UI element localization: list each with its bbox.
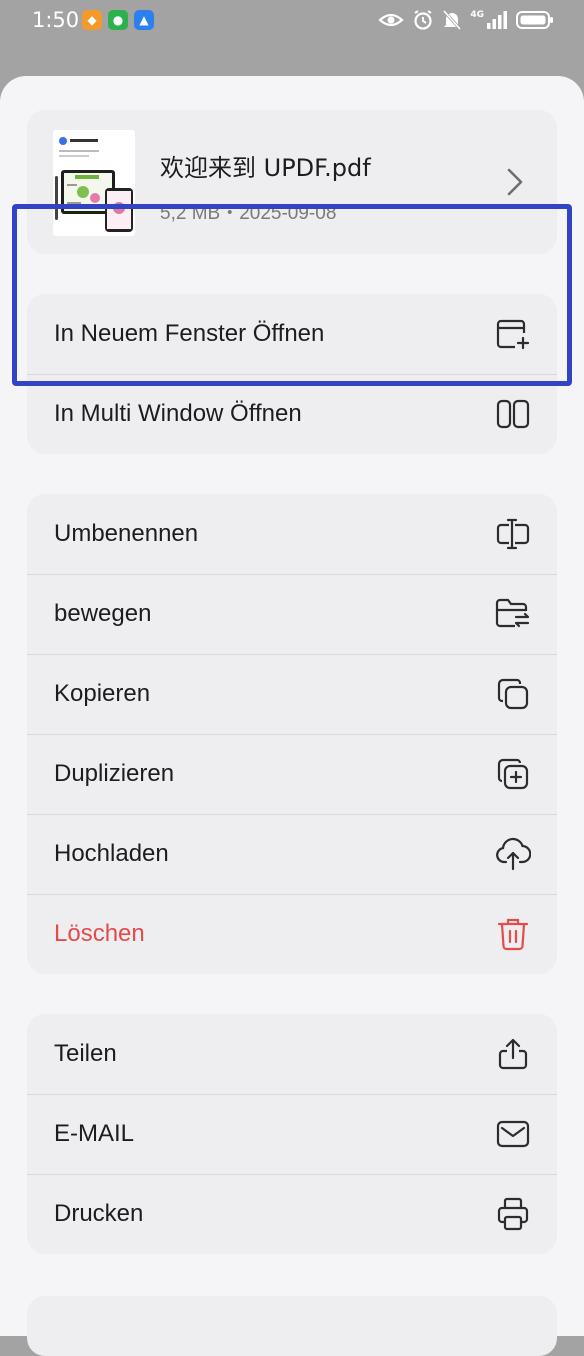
duplicate-row[interactable]: Duplizieren [27,734,557,814]
file-name: 欢迎来到 UPDF.pdf [160,154,371,182]
trash-icon [495,916,531,952]
mute-bell-icon [443,10,462,30]
status-icons: 4G [378,9,554,31]
duplicate-label: Duplizieren [54,760,175,787]
status-time: 1:50 [32,8,80,32]
open-multi-window-label: In Multi Window Öffnen [54,400,302,427]
alarm-icon [414,10,432,30]
share-icon [495,1036,531,1072]
status-bar: 1:50 ◆ ● ▲ 4G [0,0,584,44]
move-label: bewegen [54,600,152,627]
delete-label: Löschen [54,920,145,947]
move-row[interactable]: bewegen [27,574,557,654]
highlight-box [12,204,572,386]
open-multi-window-row[interactable]: In Multi Window Öffnen [27,374,557,454]
share-label: Teilen [54,1040,117,1067]
share-actions-group: Teilen E-MAIL Drucken [27,1014,557,1254]
battery-icon [516,11,553,29]
rename-icon [495,516,531,552]
eye-icon [378,13,404,27]
file-actions-group: Umbenennen bewegen Kopieren Duplizieren … [27,494,557,974]
rename-row[interactable]: Umbenennen [27,494,557,574]
next-actions-group [27,1296,557,1356]
wechat-icon: ● [108,10,128,30]
app-notification-icon-2: ▲ [134,10,154,30]
split-window-icon [495,396,531,432]
upload-row[interactable]: Hochladen [27,814,557,894]
printer-icon [495,1196,531,1232]
print-row[interactable]: Drucken [27,1174,557,1254]
move-folder-icon [495,596,531,632]
copy-label: Kopieren [54,680,151,707]
chevron-right-icon[interactable] [505,166,525,198]
signal-icon [487,11,507,29]
network-type-label: 4G [470,10,484,20]
print-label: Drucken [54,1200,144,1227]
upload-cloud-icon [495,836,531,872]
delete-row[interactable]: Löschen [27,894,557,974]
app-notification-icon: ◆ [82,10,102,30]
mail-icon [495,1116,531,1152]
copy-row[interactable]: Kopieren [27,654,557,734]
share-row[interactable]: Teilen [27,1014,557,1094]
copy-icon [495,676,531,712]
email-row[interactable]: E-MAIL [27,1094,557,1174]
email-label: E-MAIL [54,1120,135,1147]
duplicate-icon [495,756,531,792]
rename-label: Umbenennen [54,520,199,547]
upload-label: Hochladen [54,840,169,867]
